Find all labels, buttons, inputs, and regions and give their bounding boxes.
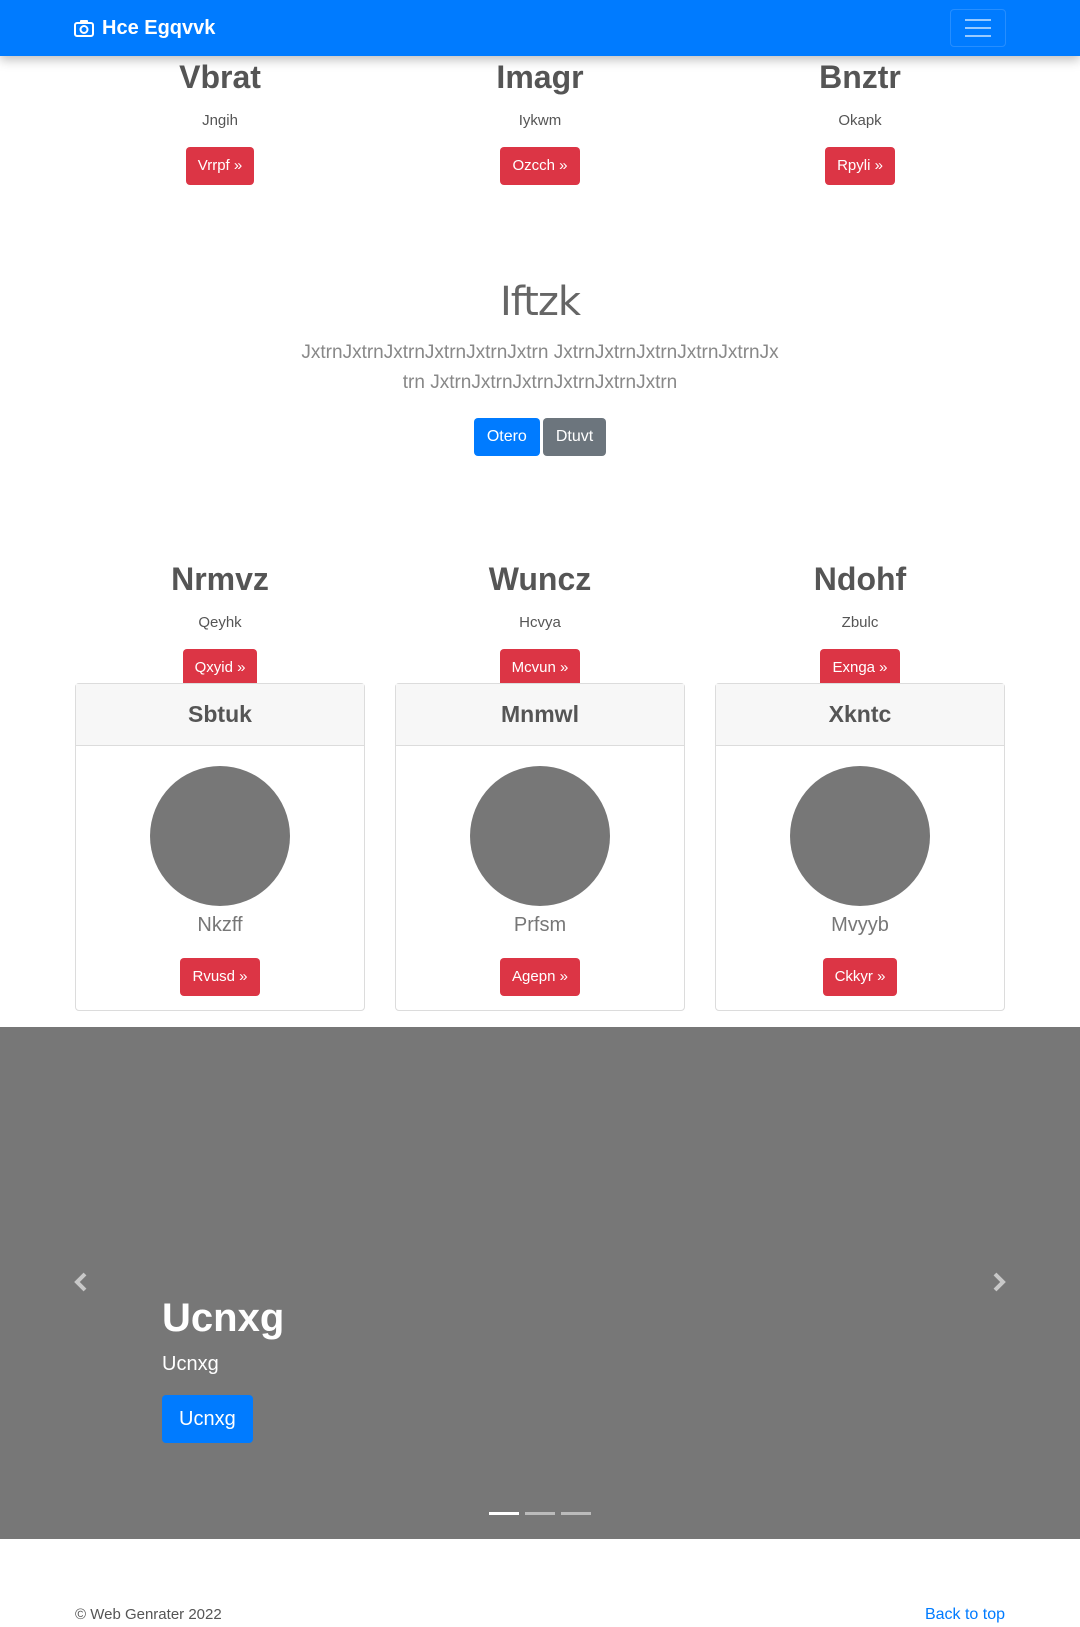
card-name: Prfsm [513, 914, 567, 936]
feature-column: Imagr Iykwm Ozcch » [395, 57, 685, 185]
navbar: Hce Egqvvk [0, 0, 1080, 56]
column-button[interactable]: Vrrpf » [185, 147, 255, 185]
carousel-heading: Ucnxg [162, 1296, 285, 1340]
column-title: Ndohf [813, 561, 907, 597]
jumbotron-secondary-button[interactable]: Dtuvt [542, 418, 607, 456]
carousel: Ucnxg Ucnxg Ucnxg [0, 1027, 1080, 1539]
jumbotron-text: JxtrnJxtrnJxtrnJxtrnJxtrnJxtrn JxtrnJxtr… [301, 342, 779, 393]
column-title: Nrmvz [171, 561, 269, 597]
brand-link[interactable]: Hce Egqvvk [74, 0, 215, 56]
carousel-indicators [0, 1512, 1080, 1515]
feature-column: Vbrat Jngih Vrrpf » [75, 57, 365, 185]
card-name: Nkzff [197, 914, 243, 936]
carousel-indicator[interactable] [525, 1512, 555, 1515]
camera-icon [74, 20, 94, 37]
carousel-text: Ucnxg [162, 1353, 219, 1375]
column-title: Imagr [496, 59, 584, 95]
card-header: Xkntc [716, 684, 1004, 746]
column-subtitle: Jngih [202, 112, 238, 129]
column-button[interactable]: Rpyli » [825, 147, 895, 185]
card-header: Sbtuk [76, 684, 364, 746]
hamburger-icon-bar [965, 35, 991, 37]
card-button[interactable]: Ckkyr » [822, 958, 898, 996]
column-subtitle: Okapk [838, 112, 882, 129]
avatar-placeholder [150, 766, 290, 906]
feature-column: Bnztr Okapk Rpyli » [715, 57, 1005, 185]
jumbotron-title: Iftzk [499, 279, 581, 325]
column-button[interactable]: Qxyid » [182, 649, 258, 687]
carousel-indicator[interactable] [561, 1512, 591, 1515]
column-subtitle: Hcvya [519, 614, 561, 631]
avatar-placeholder [790, 766, 930, 906]
column-button[interactable]: Exnga » [820, 649, 900, 687]
jumbotron: Iftzk JxtrnJxtrnJxtrnJxtrnJxtrnJxtrn Jxt… [0, 270, 1080, 456]
chevron-right-icon[interactable] [984, 1267, 1014, 1297]
chevron-left-icon[interactable] [66, 1267, 96, 1297]
profile-card: Mnmwl Prfsm Agepn » [395, 683, 685, 1011]
navbar-toggler-button[interactable] [950, 9, 1006, 47]
column-subtitle: Zbulc [841, 614, 879, 631]
column-subtitle: Iykwm [518, 112, 562, 129]
carousel-indicator[interactable] [489, 1512, 519, 1515]
card-button[interactable]: Agepn » [500, 958, 580, 996]
carousel-caption: Ucnxg Ucnxg Ucnxg [162, 1293, 284, 1443]
card-button[interactable]: Rvusd » [180, 958, 260, 996]
column-subtitle: Qeyhk [198, 614, 242, 631]
column-title: Wuncz [488, 561, 592, 597]
hamburger-icon-bar [965, 19, 991, 21]
feature-column: Ndohf Zbulc Exnga » [715, 559, 1005, 687]
footer-copyright: © Web Genrater 2022 [75, 1606, 222, 1623]
profile-card: Sbtuk Nkzff Rvusd » [75, 683, 365, 1011]
carousel-button[interactable]: Ucnxg [162, 1395, 253, 1443]
column-button[interactable]: Mcvun » [499, 649, 581, 687]
back-to-top-link[interactable]: Back to top [925, 1606, 1005, 1624]
feature-column: Wuncz Hcvya Mcvun » [395, 559, 685, 687]
column-title: Vbrat [179, 59, 261, 95]
brand-text: Hce Egqvvk [102, 16, 216, 39]
avatar-placeholder [470, 766, 610, 906]
column-title: Bnztr [819, 59, 901, 95]
profile-card: Xkntc Mvyyb Ckkyr » [715, 683, 1005, 1011]
column-button[interactable]: Ozcch » [500, 147, 580, 185]
hamburger-icon-bar [965, 27, 991, 29]
card-header: Mnmwl [396, 684, 684, 746]
card-name: Mvyyb [831, 914, 889, 936]
feature-column: Nrmvz Qeyhk Qxyid » [75, 559, 365, 687]
jumbotron-primary-button[interactable]: Otero [473, 418, 540, 456]
